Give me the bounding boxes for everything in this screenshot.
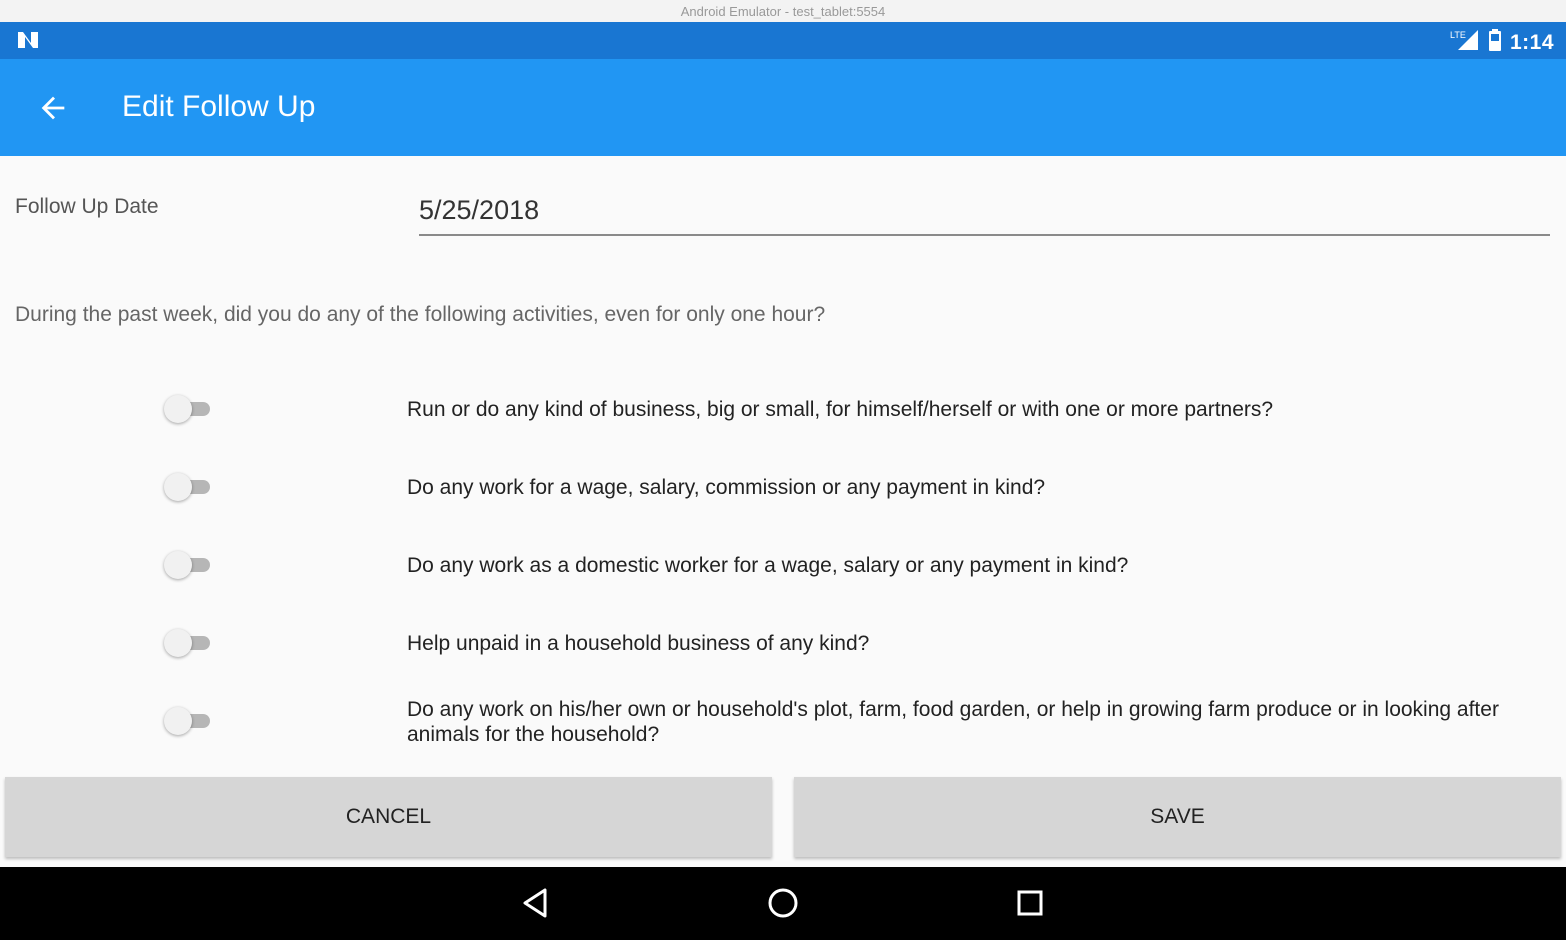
activity-toggle[interactable] [164, 707, 212, 735]
activity-toggle[interactable] [164, 551, 212, 579]
activity-toggle[interactable] [164, 629, 212, 657]
activity-label: Run or do any kind of business, big or s… [407, 398, 1274, 421]
activity-label: Do any work on his/her own or household'… [407, 698, 1499, 746]
toggle-thumb [164, 551, 192, 579]
cancel-button[interactable]: CANCEL [5, 777, 772, 857]
page-title: Edit Follow Up [122, 90, 316, 123]
battery-icon [1488, 28, 1502, 57]
follow-up-date-label: Follow Up Date [15, 195, 159, 218]
arrow-back-icon[interactable] [36, 91, 70, 130]
save-button[interactable]: SAVE [794, 777, 1561, 857]
back-triangle-icon[interactable] [518, 885, 554, 926]
activities-question: During the past week, did you do any of … [15, 303, 826, 326]
recents-square-icon[interactable] [1012, 885, 1048, 926]
activity-label: Do any work for a wage, salary, commissi… [407, 476, 1046, 499]
status-clock: 1:14 [1509, 30, 1554, 54]
toggle-thumb [164, 707, 192, 735]
toggle-thumb [164, 629, 192, 657]
activity-toggle[interactable] [164, 395, 212, 423]
window-title: Android Emulator - test_tablet:5554 [680, 3, 886, 19]
app-bar: Edit Follow Up [0, 59, 1566, 156]
toggle-thumb [164, 473, 192, 501]
activity-label: Help unpaid in a household business of a… [407, 632, 870, 655]
activity-label: Do any work as a domestic worker for a w… [407, 554, 1129, 577]
n-logo-icon [16, 30, 40, 55]
window-titlebar: Android Emulator - test_tablet:5554 [0, 0, 1566, 22]
svg-text:LTE: LTE [1450, 30, 1466, 40]
home-circle-icon[interactable] [765, 885, 801, 926]
activity-toggle[interactable] [164, 473, 212, 501]
signal-icon: LTE [1450, 28, 1480, 57]
system-nav-bar [0, 867, 1566, 940]
toggle-thumb [164, 395, 192, 423]
status-bar: LTE 1:14 [0, 22, 1566, 59]
follow-up-date-field[interactable] [419, 186, 1550, 236]
